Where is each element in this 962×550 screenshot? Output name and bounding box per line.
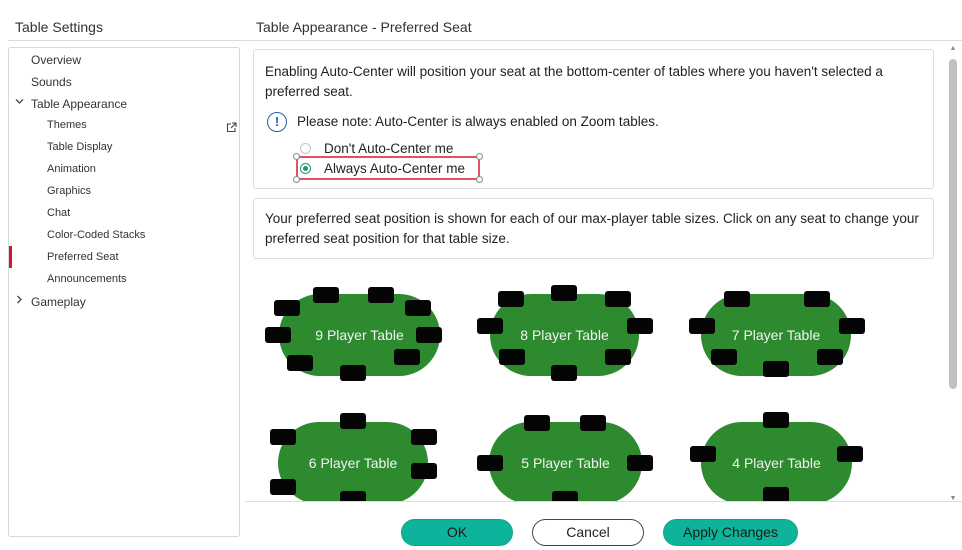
seat-button[interactable] xyxy=(270,429,296,445)
table-felt: 6 Player Table xyxy=(278,422,428,501)
nav-item-overview[interactable]: Overview xyxy=(31,53,81,67)
nav-item-preferred-seat[interactable]: Preferred Seat xyxy=(47,251,119,263)
seat-button[interactable] xyxy=(690,446,716,462)
settings-nav-tree: Overview Sounds Table Appearance Themes … xyxy=(8,47,240,537)
table-label: 4 Player Table xyxy=(732,455,821,471)
seat-button[interactable] xyxy=(711,349,737,365)
radio-label-dont-auto-center[interactable]: Don't Auto-Center me xyxy=(324,141,453,156)
seat-button[interactable] xyxy=(763,412,789,428)
resize-handle xyxy=(293,176,300,183)
table-label: 7 Player Table xyxy=(731,327,821,343)
seat-button[interactable] xyxy=(313,287,339,303)
seat-info-text: Your preferred seat position is shown fo… xyxy=(265,211,919,246)
seat-button[interactable] xyxy=(724,291,750,307)
chevron-down-icon[interactable] xyxy=(15,97,24,109)
seat-button[interactable] xyxy=(411,429,437,445)
radio-dont-auto-center[interactable] xyxy=(300,143,311,154)
table-label: 6 Player Table xyxy=(308,455,398,471)
seat-button[interactable] xyxy=(477,455,503,471)
external-link-icon[interactable] xyxy=(226,120,237,138)
chevron-right-icon[interactable] xyxy=(15,295,24,307)
seat-button[interactable] xyxy=(627,318,653,334)
seat-button[interactable] xyxy=(763,487,789,501)
resize-handle xyxy=(293,153,300,160)
seat-button[interactable] xyxy=(552,491,578,501)
cancel-button[interactable]: Cancel xyxy=(532,519,644,546)
seat-button[interactable] xyxy=(287,355,313,371)
resize-handle xyxy=(476,176,483,183)
table-felt: 5 Player Table xyxy=(489,422,642,501)
active-item-indicator xyxy=(9,246,12,268)
nav-item-animation[interactable]: Animation xyxy=(47,163,96,175)
seat-button[interactable] xyxy=(416,327,442,343)
seat-button[interactable] xyxy=(270,479,296,495)
nav-item-table-display[interactable]: Table Display xyxy=(47,141,112,153)
seat-button[interactable] xyxy=(524,415,550,431)
seat-button[interactable] xyxy=(265,327,291,343)
settings-title: Table Settings xyxy=(15,19,103,35)
seat-button[interactable] xyxy=(498,291,524,307)
seat-button[interactable] xyxy=(394,349,420,365)
scrollbar[interactable]: ▲ ▼ xyxy=(948,45,958,501)
seat-button[interactable] xyxy=(551,285,577,301)
seat-button[interactable] xyxy=(368,287,394,303)
nav-item-announcements[interactable]: Announcements xyxy=(47,273,127,285)
seat-button[interactable] xyxy=(817,349,843,365)
seat-button[interactable] xyxy=(405,300,431,316)
settings-divider xyxy=(8,40,245,41)
nav-item-color-coded-stacks[interactable]: Color-Coded Stacks xyxy=(47,229,145,241)
nav-item-graphics[interactable]: Graphics xyxy=(47,185,91,197)
scroll-up-arrow[interactable]: ▲ xyxy=(948,45,958,52)
page-title: Table Appearance - Preferred Seat xyxy=(256,19,472,35)
info-icon: ! xyxy=(267,112,287,132)
seat-button[interactable] xyxy=(605,349,631,365)
table-label: 5 Player Table xyxy=(521,455,610,471)
seat-button[interactable] xyxy=(340,491,366,501)
scrollbar-thumb[interactable] xyxy=(949,59,957,389)
nav-item-chat[interactable]: Chat xyxy=(47,207,70,219)
seat-button[interactable] xyxy=(411,463,437,479)
seat-info-card: Your preferred seat position is shown fo… xyxy=(253,198,934,259)
seat-button[interactable] xyxy=(551,365,577,381)
nav-item-themes[interactable]: Themes xyxy=(47,119,87,131)
seat-button[interactable] xyxy=(605,291,631,307)
seat-button[interactable] xyxy=(839,318,865,334)
radio-label-always-auto-center[interactable]: Always Auto-Center me xyxy=(324,161,465,176)
seat-button[interactable] xyxy=(804,291,830,307)
auto-center-card: Enabling Auto-Center will position your … xyxy=(253,49,934,189)
seat-button[interactable] xyxy=(689,318,715,334)
seat-button[interactable] xyxy=(580,415,606,431)
auto-center-note: Please note: Auto-Center is always enabl… xyxy=(297,114,659,129)
nav-item-sounds[interactable]: Sounds xyxy=(31,75,72,89)
seat-button[interactable] xyxy=(763,361,789,377)
table-label: 8 Player Table xyxy=(520,327,609,343)
apply-changes-button[interactable]: Apply Changes xyxy=(663,519,798,546)
seat-button[interactable] xyxy=(340,365,366,381)
auto-center-description: Enabling Auto-Center will position your … xyxy=(265,64,883,99)
nav-item-table-appearance[interactable]: Table Appearance xyxy=(31,97,127,111)
settings-content: Enabling Auto-Center will position your … xyxy=(245,40,962,502)
resize-handle xyxy=(476,153,483,160)
seat-button[interactable] xyxy=(499,349,525,365)
seat-button[interactable] xyxy=(627,455,653,471)
seat-button[interactable] xyxy=(340,413,366,429)
table-label: 9 Player Table xyxy=(315,327,404,343)
ok-button[interactable]: OK xyxy=(401,519,513,546)
nav-item-gameplay[interactable]: Gameplay xyxy=(31,295,86,309)
seat-button[interactable] xyxy=(837,446,863,462)
radio-always-auto-center[interactable] xyxy=(300,163,311,174)
scroll-down-arrow[interactable]: ▼ xyxy=(948,495,958,501)
seat-button[interactable] xyxy=(477,318,503,334)
seat-button[interactable] xyxy=(274,300,300,316)
